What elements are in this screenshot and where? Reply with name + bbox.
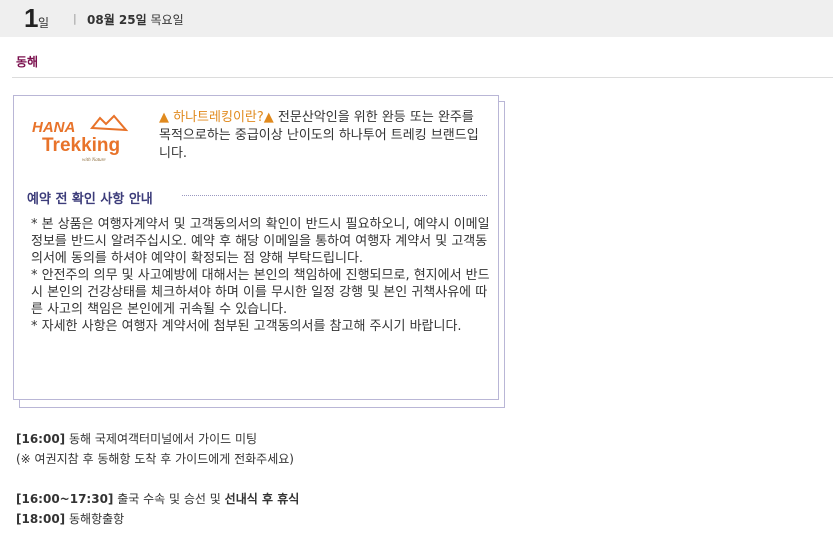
triangle-icon: ▲ — [159, 110, 169, 125]
city-divider — [12, 77, 833, 78]
triangle-icon: ▲ — [263, 110, 274, 125]
weekday-text: 목요일 — [150, 13, 184, 27]
hana-trekking-logo-icon: HANA Trekking with Nature — [32, 114, 129, 163]
schedule-time: [16:00~17:30] — [16, 492, 114, 506]
notice-paragraph: * 안전주의 의무 및 사고예방에 대해서는 본인의 책임하에 진행되므로, 현… — [31, 268, 490, 317]
schedule-item: (※ 여권지참 후 동해항 도착 후 가이드에게 전화주세요) — [16, 450, 294, 467]
notice-title: 예약 전 확인 사항 안내 — [27, 192, 153, 207]
brand-intro: ▲ 하나트레킹이란?▲ 전문산악인을 위한 완등 또는 완주를 목적으로하는 중… — [159, 109, 479, 163]
header-separator: | — [73, 12, 77, 25]
schedule-time: [18:00] — [16, 512, 66, 526]
day-date: 08월 25일 목요일 — [87, 11, 184, 28]
date-text: 08월 25일 — [87, 13, 147, 27]
day-number: 1 — [24, 3, 39, 33]
schedule-item: [18:00] 동해항출항 — [16, 510, 124, 527]
schedule-text: 동해 국제여객터미널에서 가이드 미팅 — [69, 432, 258, 446]
logo-tagline: with Nature — [82, 158, 106, 163]
brand-intro-highlight: 하나트레킹이란? — [173, 110, 264, 125]
day-unit: 일 — [38, 16, 50, 30]
schedule-text: 출국 수속 및 승선 및 — [117, 492, 221, 506]
info-box: HANA Trekking with Nature ▲ 하나트레킹이란?▲ 전문… — [13, 95, 499, 400]
notice-paragraph: * 자세한 사항은 여행자 계약서에 첨부된 고객동의서를 참고해 주시기 바랍… — [31, 319, 462, 334]
notice-paragraph: * 본 상품은 여행자계약서 및 고객동의서의 확인이 반드시 필요하오니, 예… — [31, 217, 490, 266]
day-header: 1 일 | 08월 25일 목요일 — [0, 0, 833, 37]
schedule-text: 동해항출항 — [69, 512, 125, 526]
schedule-time: [16:00] — [16, 432, 66, 446]
schedule-note: (※ 여권지참 후 동해항 도착 후 가이드에게 전화주세요) — [16, 452, 294, 466]
notice-title-divider — [182, 195, 487, 196]
notice-body: * 본 상품은 여행자계약서 및 고객동의서의 확인이 반드시 필요하오니, 예… — [31, 216, 493, 335]
schedule-item: [16:00] 동해 국제여객터미널에서 가이드 미팅 — [16, 430, 257, 447]
logo-brand-bottom: Trekking — [42, 135, 120, 156]
logo-brand-top: HANA — [32, 119, 75, 136]
city-name: 동해 — [16, 55, 39, 69]
schedule-text-strong: 선내식 후 휴식 — [224, 492, 300, 506]
schedule-item: [16:00~17:30] 출국 수속 및 승선 및 선내식 후 휴식 — [16, 490, 299, 507]
